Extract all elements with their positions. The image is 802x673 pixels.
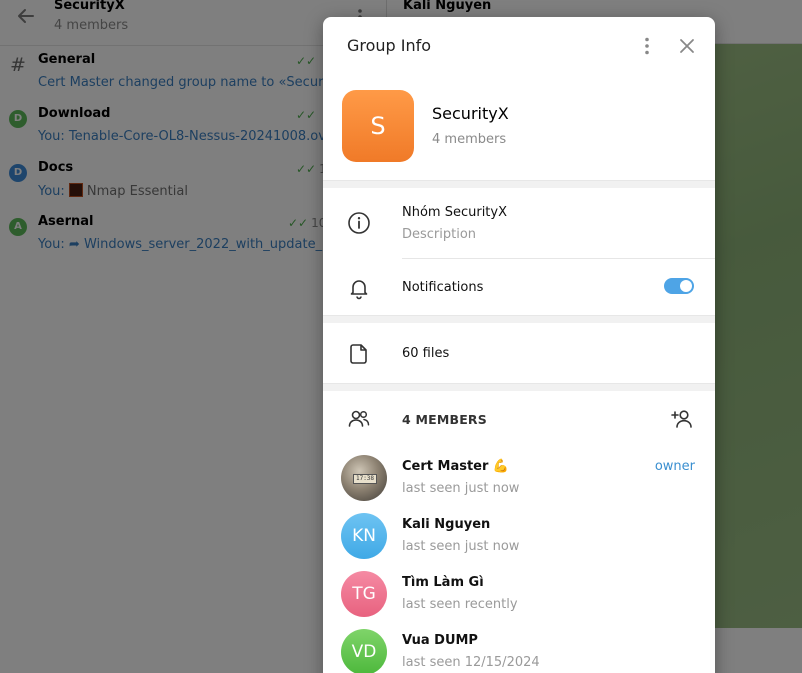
member-name: Vua DUMP xyxy=(402,633,478,648)
members-header: 4 MEMBERS xyxy=(402,412,487,427)
member-item[interactable]: VD Vua DUMP last seen 12/15/2024 xyxy=(323,629,715,673)
section-divider xyxy=(323,180,715,188)
avatar: 17:38 xyxy=(341,455,387,501)
group-description[interactable]: Nhóm SecurityX xyxy=(402,205,507,220)
notifications-toggle[interactable] xyxy=(664,278,694,294)
group-members-count: 4 members xyxy=(432,132,507,147)
member-status: last seen 12/15/2024 xyxy=(402,655,540,670)
member-status: last seen recently xyxy=(402,597,518,612)
avatar: KN xyxy=(341,513,387,559)
group-avatar[interactable]: S xyxy=(342,90,414,162)
members-icon xyxy=(348,410,370,427)
toggle-knob xyxy=(680,280,692,292)
member-name: Tìm Làm Gì xyxy=(402,575,484,590)
avatar: VD xyxy=(341,629,387,673)
file-icon xyxy=(350,344,367,364)
member-name: Kali Nguyen xyxy=(402,517,491,532)
more-vertical-icon[interactable] xyxy=(637,36,657,56)
dialog-title: Group Info xyxy=(347,36,432,55)
member-item[interactable]: TG Tìm Làm Gì last seen recently xyxy=(323,571,715,627)
member-role-badge: owner xyxy=(654,459,695,474)
section-divider xyxy=(323,315,715,323)
avatar-photo-detail: 17:38 xyxy=(353,474,377,484)
member-status: last seen just now xyxy=(402,481,520,496)
member-item[interactable]: KN Kali Nguyen last seen just now xyxy=(323,513,715,569)
member-name: Cert Master 💪 xyxy=(402,459,510,474)
close-icon[interactable] xyxy=(677,36,697,56)
description-label: Description xyxy=(402,227,477,242)
info-icon xyxy=(348,212,370,234)
notifications-label[interactable]: Notifications xyxy=(402,280,483,295)
add-member-icon[interactable] xyxy=(670,407,694,431)
member-item[interactable]: 17:38 Cert Master 💪 last seen just now o… xyxy=(323,455,715,511)
group-name: SecurityX xyxy=(432,104,509,123)
avatar: TG xyxy=(341,571,387,617)
row-divider xyxy=(402,258,715,259)
section-divider xyxy=(323,383,715,391)
files-link[interactable]: 60 files xyxy=(402,346,449,361)
bell-icon xyxy=(350,280,368,300)
member-status: last seen just now xyxy=(402,539,520,554)
group-info-dialog: Group Info S SecurityX 4 members Nhóm Se… xyxy=(323,17,715,673)
